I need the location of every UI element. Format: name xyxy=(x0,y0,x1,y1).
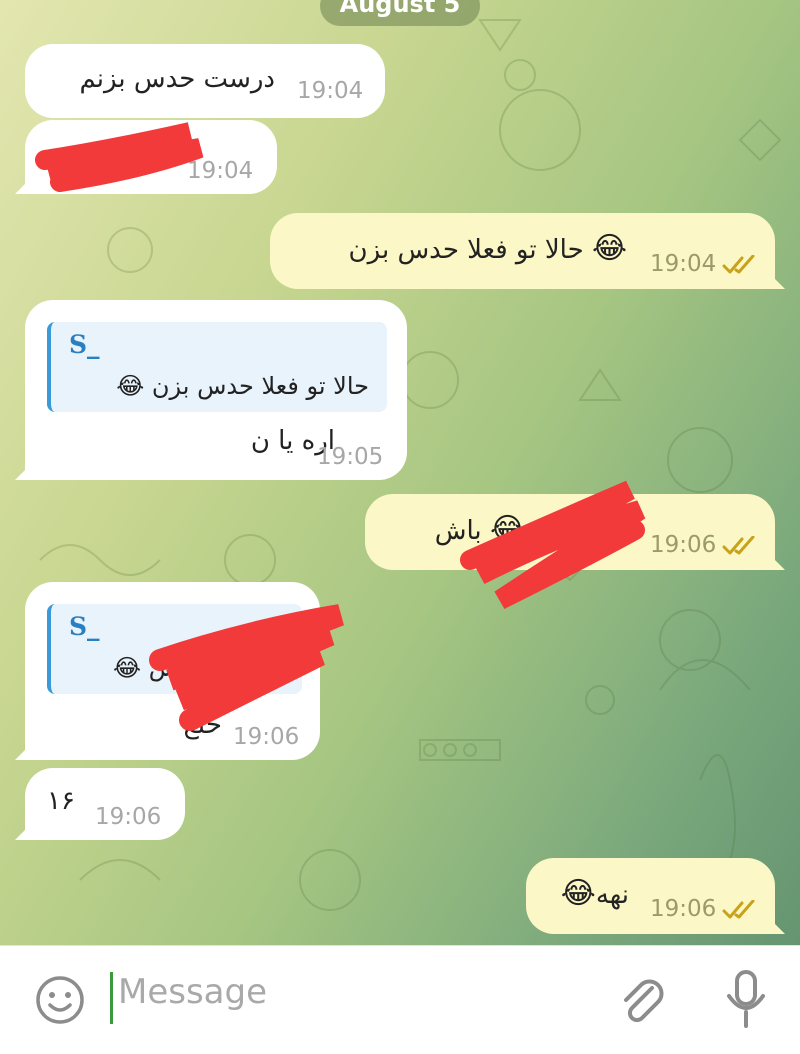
microphone-icon[interactable] xyxy=(722,968,770,1032)
message-text: ۱۶ xyxy=(47,786,75,816)
message-bubble-incoming[interactable]: ۱۶ 19:06 xyxy=(25,768,185,840)
smile-icon[interactable] xyxy=(34,974,86,1026)
message-text: 😂 حالا تو فعلا حدس بزن xyxy=(348,231,628,266)
message-time: 19:04 xyxy=(650,251,717,277)
laughing-emoji-icon: 😂 xyxy=(116,372,145,400)
message-bubble-incoming[interactable]: S_ باش 😂 حلع 19:06 xyxy=(25,582,320,760)
message-composer: Message xyxy=(0,945,800,1054)
message-input[interactable]: Message xyxy=(118,972,267,1012)
reply-author: S_ xyxy=(69,612,100,641)
date-separator: August 5 xyxy=(320,0,480,26)
message-bubble-outgoing[interactable]: 😂 باش 19:06 xyxy=(365,494,775,570)
message-time: 19:06 xyxy=(650,532,717,558)
message-time: 19:04 xyxy=(297,78,364,104)
read-checkmarks-icon xyxy=(722,536,755,555)
laughing-emoji-icon: 😂 xyxy=(591,231,627,266)
message-time: 19:04 xyxy=(187,158,254,184)
message-time: 19:06 xyxy=(233,724,300,750)
text-cursor xyxy=(110,972,113,1024)
paperclip-icon[interactable] xyxy=(614,972,670,1028)
reply-author: S_ xyxy=(69,330,100,359)
message-time: 19:06 xyxy=(95,804,162,830)
message-time: 19:05 xyxy=(317,444,384,470)
message-text: درست حدس بزنم xyxy=(79,64,275,94)
message-bubble-outgoing[interactable]: 😂 حالا تو فعلا حدس بزن 19:04 xyxy=(270,213,775,289)
message-text: نهه😂 xyxy=(560,876,629,911)
reply-text: باش 😂 xyxy=(113,654,192,682)
laughing-emoji-icon: 😂 xyxy=(113,654,142,682)
chat-area[interactable]: August 5 درست حدس بزنم 19:04 19:04 😂 حال… xyxy=(0,0,800,945)
message-text: 😂 باش xyxy=(434,512,525,547)
message-text: حلع xyxy=(183,710,222,740)
read-checkmarks-icon xyxy=(722,255,755,274)
message-bubble-incoming[interactable]: 19:04 xyxy=(25,120,277,194)
reply-text: حالا تو فعلا حدس بزن 😂 xyxy=(116,372,369,400)
message-bubble-outgoing[interactable]: نهه😂 19:06 xyxy=(526,858,775,934)
reply-quote[interactable]: S_ حالا تو فعلا حدس بزن 😂 xyxy=(47,322,387,412)
message-bubble-incoming[interactable]: درست حدس بزنم 19:04 xyxy=(25,44,385,118)
laughing-emoji-icon: 😂 xyxy=(489,512,525,547)
laughing-emoji-icon: 😂 xyxy=(560,876,596,911)
reply-quote[interactable]: S_ باش 😂 xyxy=(47,604,302,694)
read-checkmarks-icon xyxy=(722,900,755,919)
message-bubble-incoming[interactable]: S_ حالا تو فعلا حدس بزن 😂 اره یا ن 19:05 xyxy=(25,300,407,480)
message-time: 19:06 xyxy=(650,896,717,922)
